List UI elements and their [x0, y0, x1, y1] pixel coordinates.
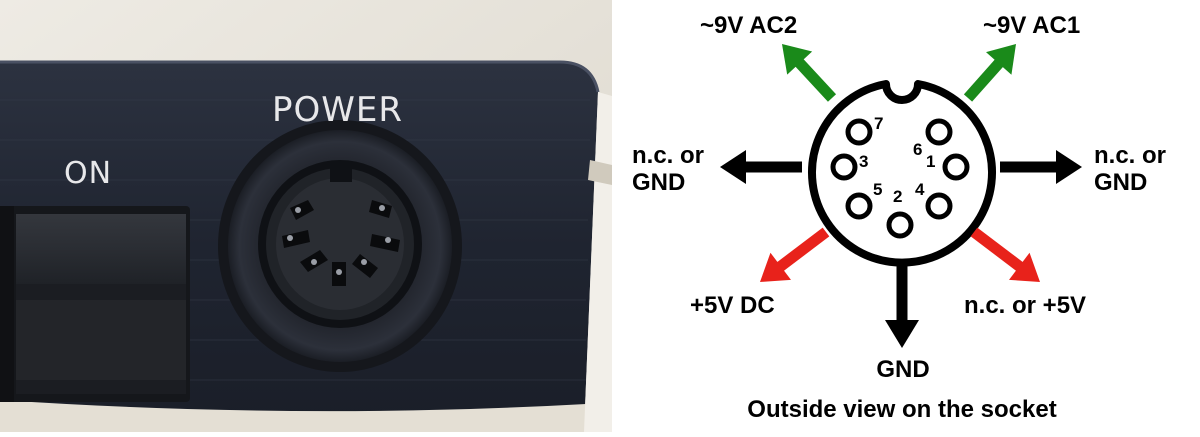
a-r-head: [1056, 150, 1082, 184]
pin-number-6: 6: [913, 140, 923, 159]
arrow-bottom-right: [970, 227, 1040, 282]
pin-7-hole: [845, 118, 873, 146]
label-right-line2: GND: [1094, 169, 1148, 196]
arrow-top-left: [782, 44, 837, 102]
pin-4-hole: [925, 192, 953, 220]
pin-number-4: 4: [915, 180, 925, 199]
label-right: n.c. or GND: [1094, 142, 1166, 196]
pin-number-3: 3: [859, 152, 869, 171]
a-tr-shaft: [963, 58, 1005, 102]
on-label: ON: [64, 156, 113, 191]
a-tl-shaft: [794, 57, 837, 102]
label-top-right: ~9V AC1: [983, 12, 1081, 39]
pin-number-5: 5: [873, 180, 883, 199]
pin-5-hole: [845, 192, 873, 220]
label-left: n.c. or GND: [632, 142, 704, 196]
a-l-head: [720, 150, 746, 184]
label-left-line1: n.c. or: [632, 142, 705, 169]
pin-1-hole: [942, 153, 970, 181]
label-bottom: GND: [876, 356, 930, 383]
pin-number-1: 1: [926, 152, 936, 171]
pin-6-hole: [925, 118, 953, 146]
pin-2-hole: [886, 211, 914, 239]
label-bottom-right: n.c. or +5V: [964, 292, 1087, 319]
label-top-left: ~9V AC2: [700, 12, 798, 39]
a-bl-shaft: [775, 227, 830, 272]
pin-number-7: 7: [874, 114, 884, 133]
pin-3-hole: [830, 153, 858, 181]
label-right-line1: n.c. or: [1094, 142, 1167, 169]
diagram-caption: Outside view on the socket: [747, 396, 1057, 423]
power-label: POWER: [272, 90, 403, 130]
label-bottom-left: +5V DC: [690, 292, 775, 319]
arrow-bottom-left: [760, 227, 830, 282]
arrow-top-right: [963, 44, 1016, 102]
pin-number-2: 2: [893, 187, 903, 206]
a-b-head: [885, 320, 919, 348]
a-br-shaft: [970, 227, 1025, 272]
power-socket-photo: POWER ON: [0, 0, 612, 432]
arrow-right: [1000, 150, 1082, 184]
pinout-diagram: 7 6 3 1 5 4 2 ~9V AC2 ~9V AC1 n.c. or GN…: [612, 0, 1200, 432]
arrow-bottom: [885, 262, 919, 348]
label-left-line2: GND: [632, 169, 686, 196]
power-socket-photo-image: [0, 0, 612, 432]
arrow-left: [720, 150, 802, 184]
